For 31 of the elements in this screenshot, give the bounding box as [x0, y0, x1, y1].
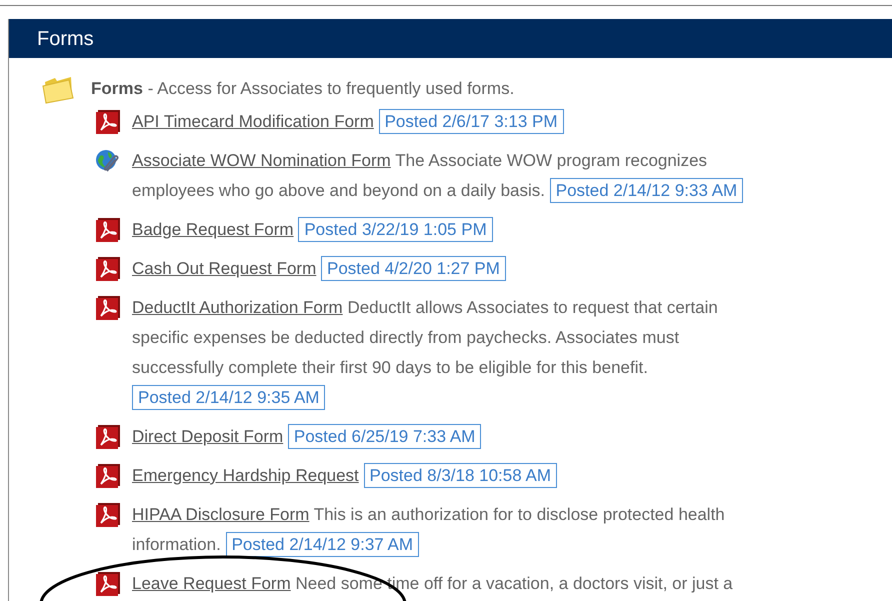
pdf-icon — [95, 110, 121, 134]
pdf-icon — [95, 296, 121, 320]
posted-date: Posted 8/3/18 10:58 AM — [364, 463, 557, 488]
folder-icon — [41, 74, 75, 104]
pdf-icon — [95, 464, 121, 488]
pdf-icon — [95, 218, 121, 242]
form-description: Associate WOW Nomination Form The Associate WOW program recognizes employees who go above and beyond on a daily basis. Posted 2/14/12 9:33 AM — [132, 146, 774, 206]
panel-title: Forms — [37, 26, 94, 52]
form-link[interactable]: Badge Request Form — [132, 220, 294, 239]
form-link[interactable]: Direct Deposit Form — [132, 427, 284, 446]
posted-date: Posted 6/25/19 7:33 AM — [288, 424, 482, 449]
folder-description: Forms - Access for Associates to frequently used forms. — [91, 78, 514, 100]
form-link[interactable]: Leave Request Form — [132, 574, 291, 593]
posted-date: Posted 4/2/20 1:27 PM — [320, 256, 506, 281]
form-description: HIPAA Disclosure Form This is an authorization for to disclose protected health information. Posted 2/14/12 9:37 AM — [132, 500, 774, 560]
form-link[interactable]: HIPAA Disclosure Form — [132, 505, 310, 524]
posted-date: Posted 2/14/12 9:37 AM — [226, 532, 420, 557]
form-link[interactable]: Associate WOW Nomination Form — [132, 151, 391, 170]
posted-date: Posted 3/22/19 1:05 PM — [298, 217, 493, 242]
pdf-icon — [95, 257, 121, 281]
posted-date: Posted 2/6/17 3:13 PM — [378, 109, 564, 134]
posted-date: Posted 2/14/12 9:35 AM — [132, 385, 326, 410]
pdf-icon — [95, 572, 121, 596]
form-link[interactable]: DeductIt Authorization Form — [132, 298, 343, 317]
pdf-icon — [95, 503, 121, 527]
form-description: DeductIt Authorization Form DeductIt allows Associates to request that certain specific expenses be deducted directly from paychecks. Associates must successfully complete their first 90 days to be eligible for this benefit. Posted 2/14/12 9:35 AM — [132, 293, 774, 413]
form-link[interactable]: API Timecard Modification Form — [132, 112, 374, 131]
form-link[interactable]: Cash Out Request Form — [132, 259, 316, 278]
pdf-icon — [95, 425, 121, 449]
form-link[interactable]: Emergency Hardship Request — [132, 466, 359, 485]
posted-date: Posted 2/14/12 9:33 AM — [550, 178, 744, 203]
